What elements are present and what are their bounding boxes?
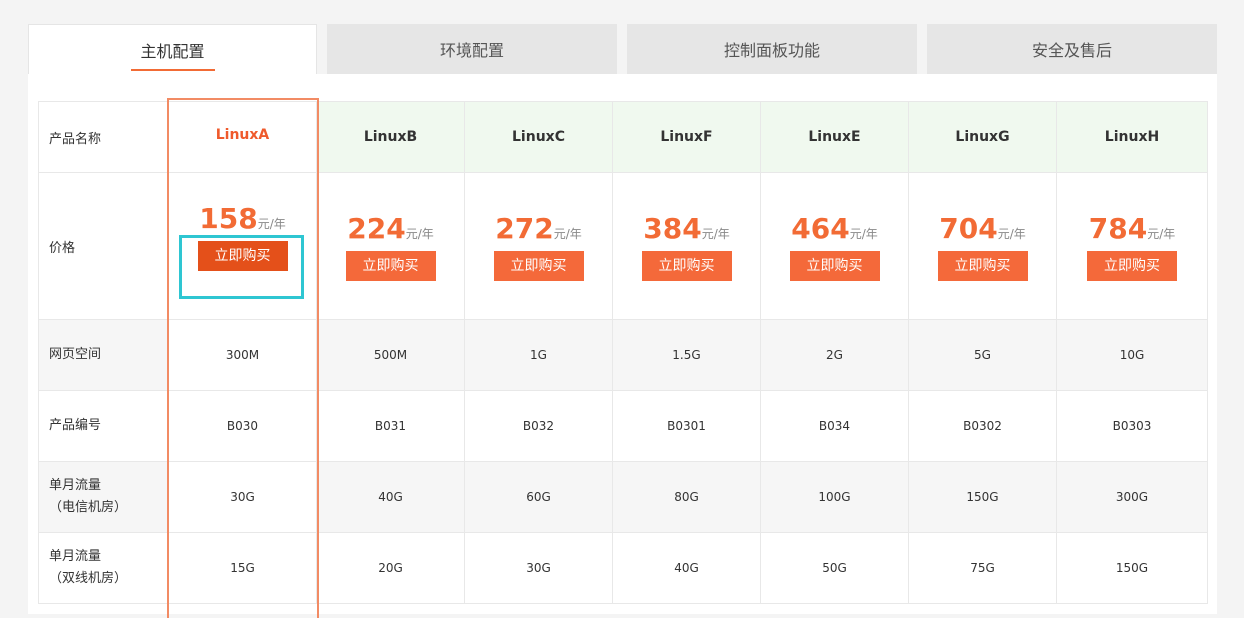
table-cell: B032 [464,390,613,462]
table-cell: 150G [1056,532,1208,604]
tab-security-support[interactable]: 安全及售后 [927,24,1217,74]
table-cell: B0303 [1056,390,1208,462]
table-cell: 40G [612,532,761,604]
table-row-web-space: 网页空间 300M 500M 1G 1.5G 2G 5G 10G [38,319,1208,391]
table-row-product-name: 产品名称 LinuxA LinuxB LinuxC LinuxF LinuxE … [38,101,1208,173]
row-label: 单月流量 （电信机房） [38,461,169,533]
table-cell: B031 [316,390,465,462]
price-value: 158 [199,201,258,235]
buy-button-linuxf[interactable]: 立即购买 [641,250,732,281]
table-cell: 2G [760,319,909,391]
table-cell: B0301 [612,390,761,462]
table-cell: 20G [316,532,465,604]
product-name-cell: LinuxG [908,101,1057,173]
active-tab-underline [130,69,215,71]
price-value: 784 [1088,211,1148,245]
price-unit: 元/年 [405,226,434,241]
table-cell: 50G [760,532,909,604]
table-row-price: 价格 158元/年 立即购买 224元/年 立即购买 272元/年 立即购买 3… [38,172,1208,320]
buy-button-linuxh[interactable]: 立即购买 [1087,250,1177,281]
table-cell: 150G [908,461,1057,533]
table-cell: 100G [760,461,909,533]
price-cell: 384元/年 立即购买 [612,172,761,320]
row-label: 产品名称 [38,101,169,173]
product-name-cell: LinuxE [760,101,909,173]
row-label: 产品编号 [38,390,169,462]
tab-control-panel[interactable]: 控制面板功能 [627,24,917,74]
table-cell: 75G [908,532,1057,604]
product-name: LinuxA [215,127,270,143]
price-cell: 272元/年 立即购买 [464,172,613,320]
buy-button-linuxb[interactable]: 立即购买 [345,250,436,281]
tab-label: 环境配置 [439,41,504,60]
table-cell: 80G [612,461,761,533]
price-value: 464 [791,211,850,245]
table-cell: 15G [168,532,317,604]
product-comparison-table: 产品名称 LinuxA LinuxB LinuxC LinuxF LinuxE … [38,101,1208,604]
table-cell: 5G [908,319,1057,391]
product-name-cell: LinuxF [612,101,761,173]
table-cell: B034 [760,390,909,462]
table-cell: 500M [316,319,465,391]
price-value: 272 [495,211,554,245]
price-cell: 158元/年 立即购买 [168,172,317,320]
row-label-line: 单月流量 [49,478,102,493]
row-label-line: （电信机房） [49,500,128,515]
table-cell: 40G [316,461,465,533]
product-name-cell: LinuxC [464,101,613,173]
tab-host-config[interactable]: 主机配置 [28,24,317,75]
buy-button-linuxe[interactable]: 立即购买 [789,250,880,281]
price-cell: 464元/年 立即购买 [760,172,909,320]
price-cell: 704元/年 立即购买 [908,172,1057,320]
table-cell: 30G [464,532,613,604]
table-cell: 300M [168,319,317,391]
comparison-panel: 产品名称 LinuxA LinuxB LinuxC LinuxF LinuxE … [28,74,1217,614]
row-label-line: （双线机房） [49,571,128,586]
buy-button-linuxa[interactable]: 立即购买 [197,240,288,271]
price-cell: 224元/年 立即购买 [316,172,465,320]
table-row-traffic-telecom: 单月流量 （电信机房） 30G 40G 60G 80G 100G 150G 300… [38,461,1208,533]
price-cell: 784元/年 立即购买 [1056,172,1208,320]
tab-label: 主机配置 [140,42,205,61]
tab-bar: 主机配置 环境配置 控制面板功能 安全及售后 [28,24,1217,75]
buy-button-linuxg[interactable]: 立即购买 [937,250,1028,281]
product-name-cell: LinuxH [1056,101,1208,173]
price-value: 224 [347,211,406,245]
table-cell: 60G [464,461,613,533]
tab-environment-config[interactable]: 环境配置 [327,24,617,74]
product-name-cell: LinuxB [316,101,465,173]
table-cell: 300G [1056,461,1208,533]
table-row-product-code: 产品编号 B030 B031 B032 B0301 B034 B0302 B03… [38,390,1208,462]
tab-label: 控制面板功能 [723,41,820,60]
table-cell: 30G [168,461,317,533]
price-unit: 元/年 [701,226,730,241]
table-cell: 1G [464,319,613,391]
price-unit: 元/年 [553,226,582,241]
tab-label: 安全及售后 [1031,41,1112,60]
product-name-cell: LinuxA [168,101,317,173]
row-label: 价格 [38,172,169,320]
price-unit: 元/年 [1147,226,1176,241]
table-cell: B030 [168,390,317,462]
table-cell: 10G [1056,319,1208,391]
row-label: 网页空间 [38,319,169,391]
table-row-traffic-dual: 单月流量 （双线机房） 15G 20G 30G 40G 50G 75G 150G [38,532,1208,604]
price-unit: 元/年 [997,226,1026,241]
price-unit: 元/年 [257,216,286,231]
table-cell: B0302 [908,390,1057,462]
row-label: 单月流量 （双线机房） [38,532,169,604]
table-cell: 1.5G [612,319,761,391]
price-unit: 元/年 [849,226,878,241]
buy-button-linuxc[interactable]: 立即购买 [493,250,584,281]
price-value: 384 [643,211,702,245]
price-value: 704 [939,211,998,245]
row-label-line: 单月流量 [49,549,102,564]
